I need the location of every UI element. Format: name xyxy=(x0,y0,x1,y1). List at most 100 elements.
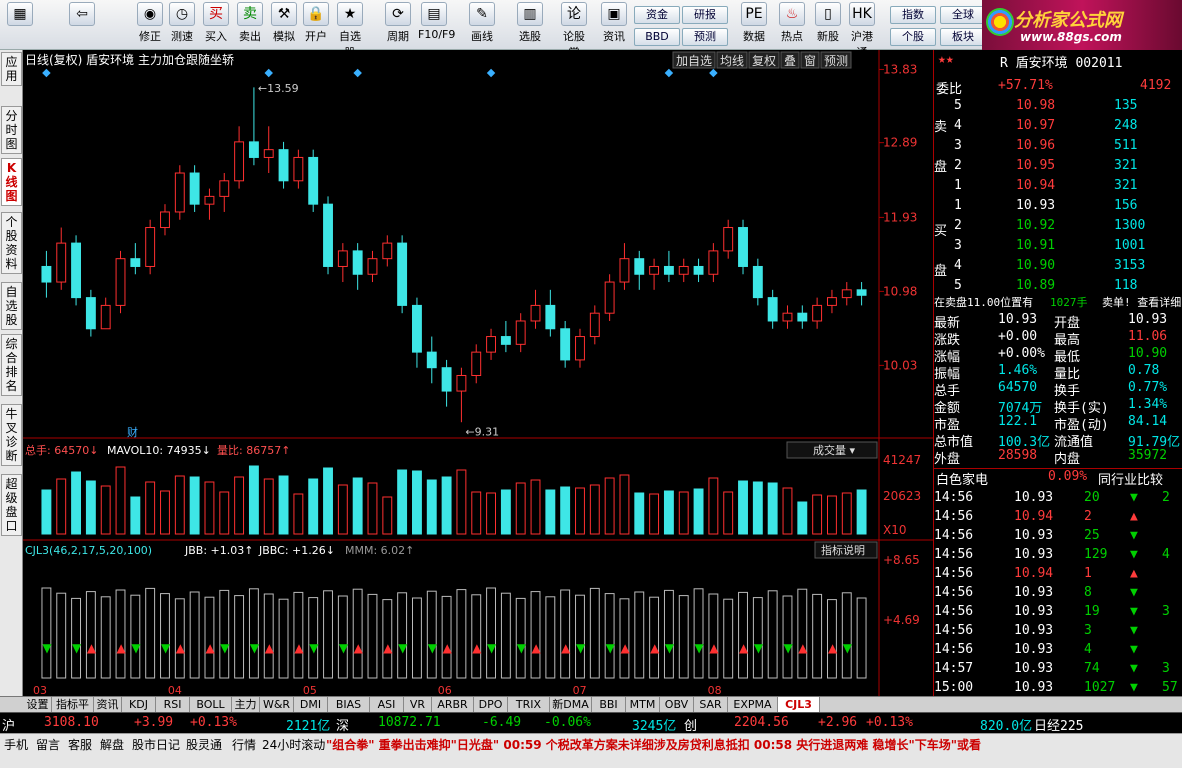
month-label: 05 xyxy=(303,684,317,696)
level-num: 1 xyxy=(954,178,962,193)
toolbar-back-arrow-button[interactable]: ⇦ xyxy=(62,2,102,48)
toolbar-new-stock-button[interactable]: ▯ 新股 xyxy=(812,2,844,48)
indicator-arrow: ▲ xyxy=(383,641,393,655)
toolbar-home-button[interactable]: ▦ xyxy=(4,2,36,48)
left-tab-3[interactable]: 个股资料 xyxy=(1,212,22,274)
toolbar-hk-button[interactable]: HK沪港通 xyxy=(846,2,878,59)
volume-bar xyxy=(797,501,808,535)
indicator-tab[interactable]: 资讯 xyxy=(94,697,122,712)
buy-label-row: 盘 xyxy=(934,260,1182,279)
volume-bar xyxy=(115,466,126,535)
indicator-tab[interactable]: RSI xyxy=(156,697,190,712)
indicator-tab[interactable]: SAR xyxy=(694,697,728,712)
indicator-tab[interactable]: ASI xyxy=(370,697,404,712)
left-tab-7[interactable]: 超级盘口 xyxy=(1,474,22,536)
indicator-tab[interactable]: DPO xyxy=(474,697,508,712)
sh-index: 3108.10 xyxy=(44,715,99,730)
toolbar-label: 数据 xyxy=(743,30,765,43)
indicator-tab[interactable]: 新DMA xyxy=(550,697,592,712)
tick-price: 10.94 xyxy=(1014,509,1054,524)
toolbar-small-button[interactable]: 研报 xyxy=(682,6,728,24)
toolbar-small-button[interactable]: 指数 xyxy=(890,6,936,24)
indicator-tab[interactable]: KDJ xyxy=(122,697,156,712)
toolbar-sell-button[interactable]: 卖卖出 xyxy=(234,2,266,48)
bottom-menu-item[interactable]: 股灵通 xyxy=(186,736,222,753)
candle-body xyxy=(723,227,734,252)
toolbar-info-button[interactable]: ▣ 资讯 xyxy=(598,2,630,48)
volume-bar xyxy=(278,475,289,535)
toolbar-small-button[interactable]: 全球 xyxy=(940,6,986,24)
toolbar-small-button[interactable]: 板块 xyxy=(940,28,986,46)
toolbar-hot-button[interactable]: ♨ 热点 xyxy=(776,2,808,48)
nikkei-label: 日经225 xyxy=(1034,719,1084,734)
kline-chart-area[interactable]: 日线(复权) 盾安环境 主力加仓跟随坐轿 加自选 均线 复权叠窗预测 13.83 12.8… xyxy=(23,50,933,710)
toolbar-clock-button[interactable]: ◷ 测速 xyxy=(166,2,198,48)
left-tab-5[interactable]: 综合排名 xyxy=(1,334,22,396)
indicator-tab[interactable]: DMI xyxy=(294,697,328,712)
indicator-tab[interactable]: 设置 xyxy=(24,697,52,712)
toolbar-pe-button[interactable]: PE 数据 xyxy=(738,2,770,48)
sector-compare-button[interactable]: 同行业比较 xyxy=(1098,469,1163,488)
left-tab-char: 图 xyxy=(5,137,18,151)
news-ticker[interactable]: "组合拳" 重拳出击难抑"日光盘" 00:59 个税改革方案未详细涉及房贷利息抵… xyxy=(326,736,981,753)
left-tab-4[interactable]: 自选股 xyxy=(1,282,22,330)
toolbar-label: 开户 xyxy=(305,30,327,43)
indicator-tab[interactable]: VR xyxy=(404,697,432,712)
left-tab-6[interactable]: 牛叉诊断 xyxy=(1,404,22,466)
tick-row: 14:56 10.93 25 ▼ xyxy=(934,528,1182,547)
left-tab-2[interactable]: K线图 xyxy=(1,158,22,206)
toolbar-lock-button[interactable]: 🔒 开户 xyxy=(300,2,332,48)
left-tab-1[interactable]: 分时图 xyxy=(1,106,22,154)
toolbar-cycle-button[interactable]: ⟳ 周期 xyxy=(382,2,414,48)
candle-body xyxy=(189,172,200,205)
sell-vol: 511 xyxy=(1114,138,1138,153)
bottom-menu-item[interactable]: 股市日记 xyxy=(132,736,180,753)
price-tick-label: 10.03 xyxy=(883,358,917,372)
indicator-tab[interactable]: OBV xyxy=(660,697,694,712)
toolbar-small-button[interactable]: 资金 xyxy=(634,6,680,24)
indicator-tab[interactable]: CJL3 xyxy=(778,697,820,712)
indicator-tab[interactable]: MTM xyxy=(626,697,660,712)
bottom-menu-item[interactable]: 解盘 xyxy=(100,736,124,753)
bottom-menu-item[interactable]: 留言 xyxy=(36,736,60,753)
toolbar-hammer-button[interactable]: ⚒ 模拟 xyxy=(268,2,300,48)
tick-count: 3 xyxy=(1162,661,1170,676)
low-label: ←9.31 xyxy=(465,425,499,438)
indicator-tab[interactable]: ARBR xyxy=(432,697,474,712)
toolbar-buy-button[interactable]: 买买入 xyxy=(200,2,232,48)
toolbar-coin-button[interactable]: ◉ 修正 xyxy=(134,2,166,48)
indicator-tab[interactable]: BBI xyxy=(592,697,626,712)
sell-label: 卖 xyxy=(934,120,948,135)
toolbar-small-button[interactable]: 个股 xyxy=(890,28,936,46)
indicator-tab[interactable]: BIAS xyxy=(328,697,370,712)
indicator-tab[interactable]: TRIX xyxy=(508,697,550,712)
bottom-menu-item[interactable]: 手机 xyxy=(4,736,28,753)
stat-value: 10.90 xyxy=(1128,346,1168,361)
indicator-arrow: ▼ xyxy=(398,641,408,655)
bottom-menu-bar: "组合拳" 重拳出击难抑"日光盘" 00:59 个税改革方案未详细涉及房贷利息抵… xyxy=(0,733,1182,768)
clock-icon: ◷ xyxy=(169,2,195,26)
bottom-menu-item[interactable]: 客服 xyxy=(68,736,92,753)
bottom-menu-item[interactable]: 24小时滚动 xyxy=(262,736,325,753)
tick-direction-icon: ▼ xyxy=(1130,642,1138,657)
hk-icon: HK xyxy=(849,2,875,26)
candle-body xyxy=(85,297,96,330)
indicator-tab[interactable]: 主力 xyxy=(232,697,260,712)
left-tab-0[interactable]: 应用 xyxy=(1,52,22,86)
toolbar-small-button[interactable]: 预测 xyxy=(682,28,728,46)
indicator-tab-bar: 设置指标平台资讯KDJRSIBOLL主力W&RDMIBIASASIVRARBRD… xyxy=(0,696,1182,726)
toolbar-lun-button[interactable]: 论论股堂 xyxy=(558,2,590,59)
sell-icon: 卖 xyxy=(237,2,263,26)
indicator-tab[interactable]: W&R xyxy=(260,697,294,712)
bottom-menu-item[interactable]: 行情 xyxy=(232,736,256,753)
indicator-tab[interactable]: BOLL xyxy=(190,697,232,712)
indicator-tab[interactable]: 指标平台 xyxy=(52,697,94,726)
ind-help-label: 指标说明 xyxy=(821,543,865,557)
indicator-tab[interactable]: EXPMA xyxy=(728,697,778,712)
kline-chart-svg[interactable]: 日线(复权) 盾安环境 主力加仓跟随坐轿 加自选 均线 复权叠窗预测 13.83 12.8… xyxy=(23,50,933,697)
toolbar-chart-button[interactable]: ▥ 选股 xyxy=(514,2,546,48)
toolbar-f10-button[interactable]: ▤ F10/F9 xyxy=(418,2,455,48)
toolbar-pen-button[interactable]: ✎ 画线 xyxy=(466,2,498,48)
toolbar-small-button[interactable]: BBD xyxy=(634,28,680,46)
toolbar-star-list-button[interactable]: ★自选股 xyxy=(334,2,366,59)
